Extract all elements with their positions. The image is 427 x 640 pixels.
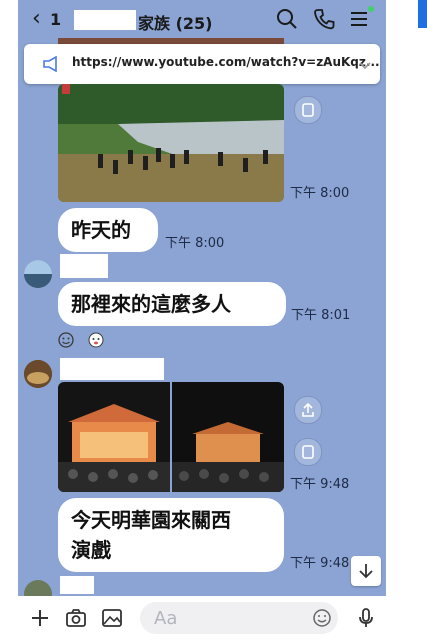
megaphone-icon (42, 55, 60, 76)
chat-screen: ‹ 1 家族 (25) https://www.youtube.com/watc… (18, 0, 386, 640)
unread-count[interactable]: 1 (50, 10, 61, 29)
camera-icon[interactable] (64, 606, 88, 630)
window-edge-accent (418, 0, 427, 28)
bear-sticker-reaction-icon[interactable] (88, 332, 104, 348)
message-time: 下午 9:48 (290, 477, 350, 492)
smile-reaction-icon[interactable] (58, 332, 74, 348)
right-edge-panel (392, 0, 427, 640)
photo-temple-stage-2[interactable] (172, 382, 284, 492)
microphone-icon[interactable] (354, 606, 378, 630)
menu-icon[interactable] (348, 8, 370, 30)
photo-temple-stage-1[interactable] (58, 382, 170, 492)
save-to-album-button[interactable] (294, 438, 322, 466)
message-text-line: 今天明華園來關西 (71, 508, 231, 532)
redacted-name (74, 10, 136, 30)
message-time: 下午 8:00 (290, 186, 350, 201)
scroll-to-bottom-button[interactable] (351, 556, 381, 586)
share-button[interactable] (294, 396, 322, 424)
redacted-sender-name (60, 358, 164, 380)
emoji-icon[interactable] (312, 608, 332, 632)
chat-header: ‹ 1 家族 (25) (18, 0, 386, 40)
message-text: 那裡來的這麼多人 (71, 292, 231, 316)
message-input-placeholder: Aa (154, 608, 178, 629)
message-input[interactable]: Aa (140, 602, 338, 634)
link-url[interactable]: https://www.youtube.com/watch?v=zAuKqz..… (72, 55, 380, 69)
redacted-sender-name (60, 254, 108, 278)
search-icon[interactable] (276, 8, 298, 30)
photo-riverside-group[interactable] (58, 84, 284, 202)
composer-bar: Aa (18, 596, 386, 640)
message-text-line: 演戲 (71, 538, 111, 562)
back-chevron-icon[interactable]: ‹ (32, 6, 41, 31)
message-time: 下午 9:48 (290, 556, 350, 571)
phone-icon[interactable] (313, 8, 335, 30)
message-bubble[interactable]: 那裡來的這麼多人 (58, 282, 286, 326)
plus-icon[interactable] (28, 606, 52, 630)
share-button[interactable] (294, 96, 322, 124)
message-bubble[interactable]: 昨天的 (58, 208, 158, 252)
chat-title: 家族 (25) (138, 14, 213, 33)
redacted-sender-name (60, 576, 94, 594)
online-dot (368, 6, 374, 12)
link-banner[interactable]: https://www.youtube.com/watch?v=zAuKqz..… (24, 44, 380, 84)
message-bubble[interactable]: 今天明華園來關西 演戲 (58, 498, 284, 572)
avatar[interactable] (24, 360, 52, 388)
chevron-down-icon[interactable] (358, 56, 372, 75)
avatar[interactable] (24, 260, 52, 288)
image-icon[interactable] (100, 606, 124, 630)
message-time: 下午 8:01 (291, 308, 351, 323)
message-text: 昨天的 (71, 218, 131, 242)
message-time: 下午 8:00 (165, 236, 225, 251)
